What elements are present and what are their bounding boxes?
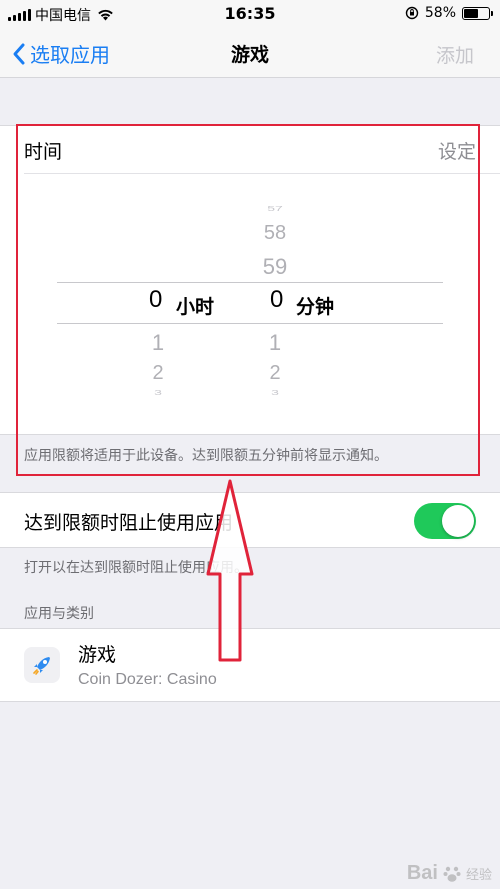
watermark-suffix: 经验 — [465, 868, 492, 883]
paw-icon — [443, 866, 461, 882]
watermark-logo: Bai — [406, 862, 438, 884]
orientation-lock-icon — [405, 6, 419, 20]
apps-section-title: 应用与类别 — [24, 606, 94, 622]
block-at-limit-toggle[interactable] — [414, 503, 476, 539]
battery-icon — [462, 6, 493, 20]
toggle-knob — [442, 505, 474, 537]
app-subtitle: Coin Dozer: Casino — [78, 671, 217, 688]
navigation-bar: 选取应用 游戏 添加 — [0, 30, 500, 78]
app-name: 游戏 — [78, 644, 117, 666]
baidu-watermark: Bai 经验 — [407, 862, 492, 885]
rocket-icon — [24, 647, 60, 683]
status-bar: 中国电信 16:35 58% — [0, 0, 500, 30]
block-at-limit-label: 达到限额时阻止使用应用 — [24, 512, 234, 534]
status-right: 58% — [405, 5, 493, 21]
battery-percent: 58% — [424, 5, 456, 21]
annotation-highlight-box — [16, 124, 480, 476]
battery-fill — [464, 8, 478, 18]
page-title: 游戏 — [230, 44, 269, 66]
add-button[interactable]: 添加 — [436, 41, 474, 68]
annotation-arrow-icon — [206, 479, 254, 662]
